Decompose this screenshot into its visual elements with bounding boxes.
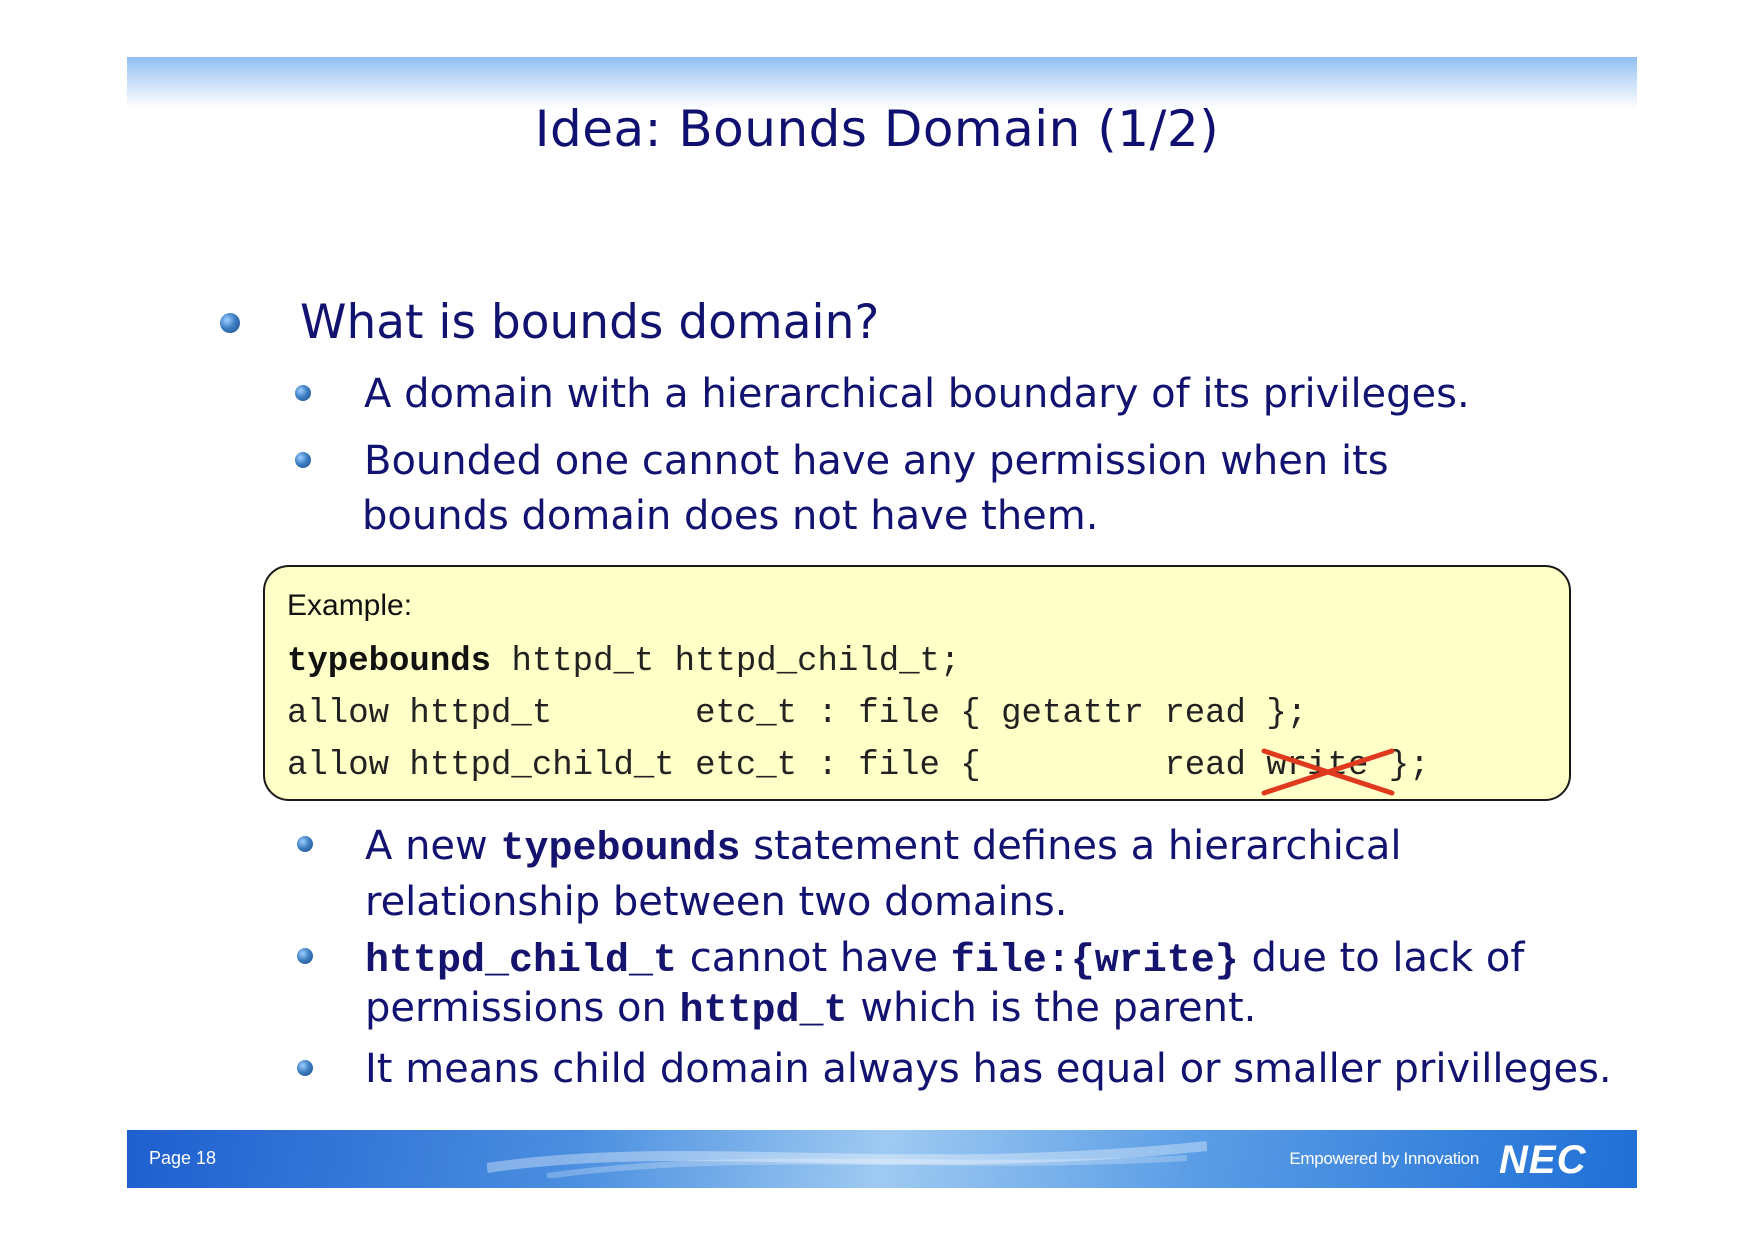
footer-band: Page 18 Empowered by Innovation NEC bbox=[127, 1130, 1637, 1188]
struck-permission: write bbox=[1261, 747, 1395, 796]
code-line-allow-parent: allow httpd_t etc_t : file { getattr rea… bbox=[287, 695, 1308, 733]
bullet-icon bbox=[297, 1060, 313, 1076]
code-keyword: typebounds bbox=[287, 643, 492, 681]
text-run: due to lack of bbox=[1238, 935, 1525, 981]
code-line-typebounds: typebounds httpd_t httpd_child_t; bbox=[287, 643, 960, 681]
bullet-icon bbox=[297, 948, 313, 964]
inline-code: httpd_t bbox=[679, 989, 848, 1034]
code-text: allow httpd_child_t etc_t : file { read bbox=[287, 747, 1267, 785]
bullet-typebounds-line1: A new typebounds statement defines a hie… bbox=[365, 818, 1402, 878]
code-line-allow-child: allow httpd_child_t etc_t : file { read … bbox=[287, 747, 1430, 796]
text-run: permissions on bbox=[365, 985, 680, 1031]
bullet-text-2-line2: bounds domain does not have them. bbox=[362, 493, 1099, 539]
page-number: Page 18 bbox=[149, 1148, 217, 1168]
bullet-text-2-line1: Bounded one cannot have any permission w… bbox=[364, 438, 1389, 484]
text-run: cannot have bbox=[677, 935, 951, 981]
bullet-icon bbox=[295, 452, 311, 468]
bullet-privileges: It means child domain always has equal o… bbox=[365, 1046, 1612, 1092]
bullet-icon bbox=[220, 313, 240, 333]
bullet-icon bbox=[295, 385, 311, 401]
inline-code: typebounds bbox=[500, 827, 741, 872]
nec-logo: NEC bbox=[1499, 1139, 1587, 1179]
code-text: httpd_t httpd_child_t; bbox=[491, 643, 961, 681]
cross-out-icon bbox=[1261, 748, 1395, 796]
slide-title: Idea: Bounds Domain (1/2) bbox=[534, 100, 1220, 158]
svg-text:NEC: NEC bbox=[1499, 1139, 1587, 1179]
text-run: which is the parent. bbox=[847, 985, 1257, 1031]
bullet-child-line2: permissions on httpd_t which is the pare… bbox=[365, 980, 1256, 1040]
text-run: statement defines a hierarchical bbox=[740, 823, 1402, 869]
bullet-text-1: A domain with a hierarchical boundary of… bbox=[364, 371, 1470, 417]
example-label: Example: bbox=[287, 589, 413, 622]
bullet-typebounds-line2: relationship between two domains. bbox=[365, 879, 1068, 925]
heading-bullet: What is bounds domain? bbox=[300, 295, 880, 350]
example-code-box: Example: typebounds httpd_t httpd_child_… bbox=[263, 565, 1571, 801]
text-run: A new bbox=[365, 823, 501, 869]
tagline: Empowered by Innovation bbox=[1289, 1149, 1479, 1168]
inline-code: httpd_child_t bbox=[365, 939, 678, 984]
inline-code: file:{write} bbox=[950, 939, 1239, 984]
slide: Idea: Bounds Domain (1/2) What is bounds… bbox=[0, 0, 1754, 1240]
swoosh-decoration bbox=[487, 1141, 1207, 1178]
bullet-icon bbox=[297, 836, 313, 852]
